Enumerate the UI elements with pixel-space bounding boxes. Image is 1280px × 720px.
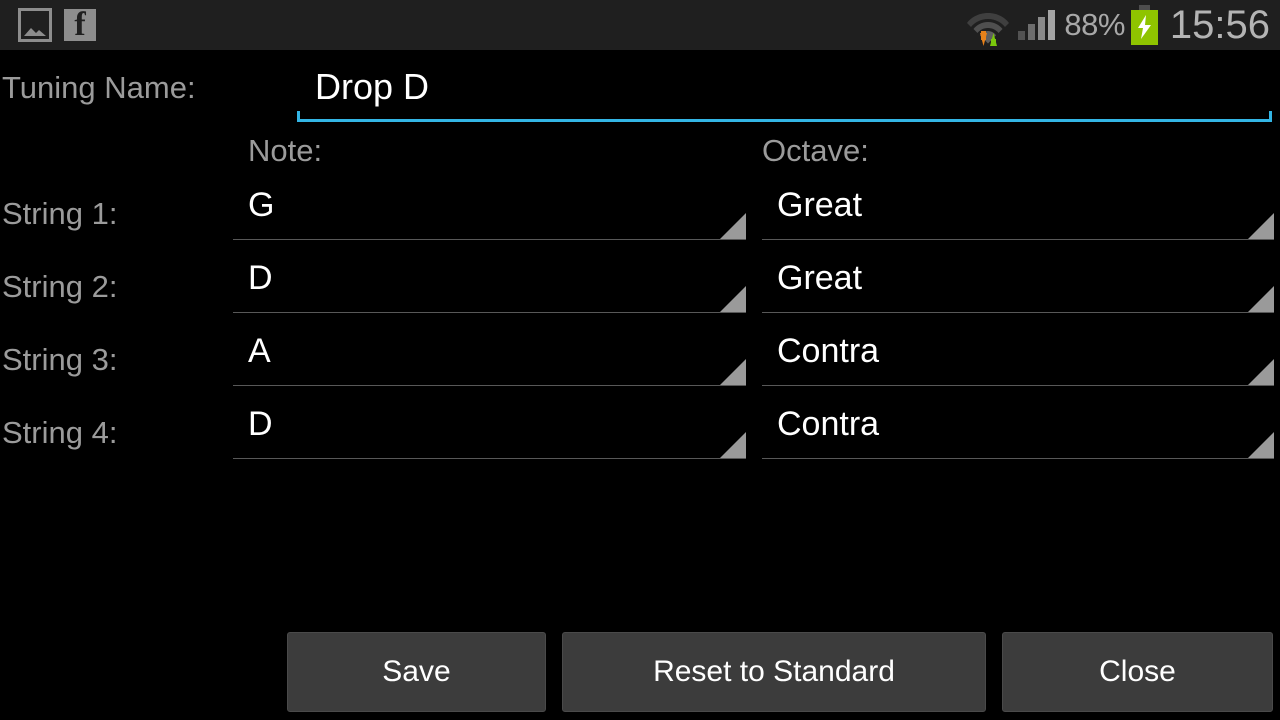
string-3-octave-spinner[interactable]: Contra <box>762 328 1274 386</box>
chevron-down-icon[interactable] <box>1248 213 1274 239</box>
string-4-label: String 4: <box>2 415 118 450</box>
tuning-name-input[interactable] <box>315 66 1235 108</box>
app-screen: f 88% 15:56 Tuning Name: Drop D Note: Oc… <box>0 0 1280 720</box>
chevron-down-icon[interactable] <box>1248 286 1274 312</box>
chevron-down-icon[interactable] <box>720 432 746 458</box>
cellular-signal-icon <box>1018 10 1056 40</box>
charging-bolt-icon <box>1137 15 1151 39</box>
string-3-octave-value: Contra <box>777 332 880 370</box>
string-row-3: String 3: A Contra <box>0 328 1280 401</box>
battery-charging-icon <box>1130 5 1158 45</box>
status-bar-clock: 15:56 <box>1169 3 1270 47</box>
string-3-note-value: A <box>248 332 271 370</box>
wifi-icon <box>966 4 1010 48</box>
gallery-icon <box>18 8 52 42</box>
string-1-octave-value: Great <box>777 186 863 224</box>
signal-bar-1 <box>1018 31 1026 40</box>
string-3-label: String 3: <box>2 342 118 377</box>
string-1-octave-spinner[interactable]: Great <box>762 182 1274 240</box>
signal-bar-4 <box>1048 10 1056 40</box>
tuning-name-label: Tuning Name: <box>2 70 196 105</box>
string-1-note-spinner[interactable]: G <box>233 182 746 240</box>
spinner-underline <box>762 458 1274 459</box>
status-bar: f 88% 15:56 <box>0 0 1280 50</box>
string-2-label: String 2: <box>2 269 118 304</box>
spinner-underline <box>233 312 746 313</box>
chevron-down-icon[interactable] <box>720 286 746 312</box>
gallery-icon-glyph <box>24 28 46 36</box>
string-1-label: String 1: <box>2 196 118 231</box>
string-4-note-value: D <box>248 405 273 443</box>
string-2-note-value: D <box>248 259 273 297</box>
string-row-2: String 2: D Great <box>0 255 1280 328</box>
tuning-name-focus-underline <box>297 111 1272 122</box>
string-2-octave-spinner[interactable]: Great <box>762 255 1274 313</box>
save-button[interactable]: Save <box>287 632 546 712</box>
tuning-name-field-wrapper[interactable] <box>297 60 1272 122</box>
spinner-underline <box>762 312 1274 313</box>
reset-to-standard-button[interactable]: Reset to Standard <box>562 632 986 712</box>
spinner-underline <box>762 385 1274 386</box>
string-4-octave-value: Contra <box>777 405 880 443</box>
column-header-note: Note: <box>248 133 323 168</box>
wifi-icon-glyph <box>967 13 1010 48</box>
chevron-down-icon[interactable] <box>1248 432 1274 458</box>
string-row-4: String 4: D Contra <box>0 401 1280 474</box>
chevron-down-icon[interactable] <box>720 359 746 385</box>
string-2-note-spinner[interactable]: D <box>233 255 746 313</box>
status-bar-notifications: f <box>18 0 96 50</box>
string-1-note-value: G <box>248 186 275 224</box>
facebook-icon: f <box>64 6 96 43</box>
spinner-underline <box>233 239 746 240</box>
string-row-1: String 1: G Great <box>0 182 1280 255</box>
battery-percent-label: 88% <box>1064 7 1125 42</box>
signal-bar-2 <box>1028 24 1036 40</box>
spinner-underline <box>233 385 746 386</box>
spinner-underline <box>233 458 746 459</box>
signal-bar-3 <box>1038 17 1046 40</box>
column-header-octave: Octave: <box>762 133 869 168</box>
string-4-octave-spinner[interactable]: Contra <box>762 401 1274 459</box>
tuning-name-row: Tuning Name: <box>0 60 1280 130</box>
facebook-icon-letter: f <box>74 6 86 43</box>
close-button[interactable]: Close <box>1002 632 1273 712</box>
chevron-down-icon[interactable] <box>720 213 746 239</box>
string-4-note-spinner[interactable]: D <box>233 401 746 459</box>
status-bar-system-icons: 88% 15:56 <box>966 0 1270 50</box>
chevron-down-icon[interactable] <box>1248 359 1274 385</box>
spinner-underline <box>762 239 1274 240</box>
string-2-octave-value: Great <box>777 259 863 297</box>
string-3-note-spinner[interactable]: A <box>233 328 746 386</box>
